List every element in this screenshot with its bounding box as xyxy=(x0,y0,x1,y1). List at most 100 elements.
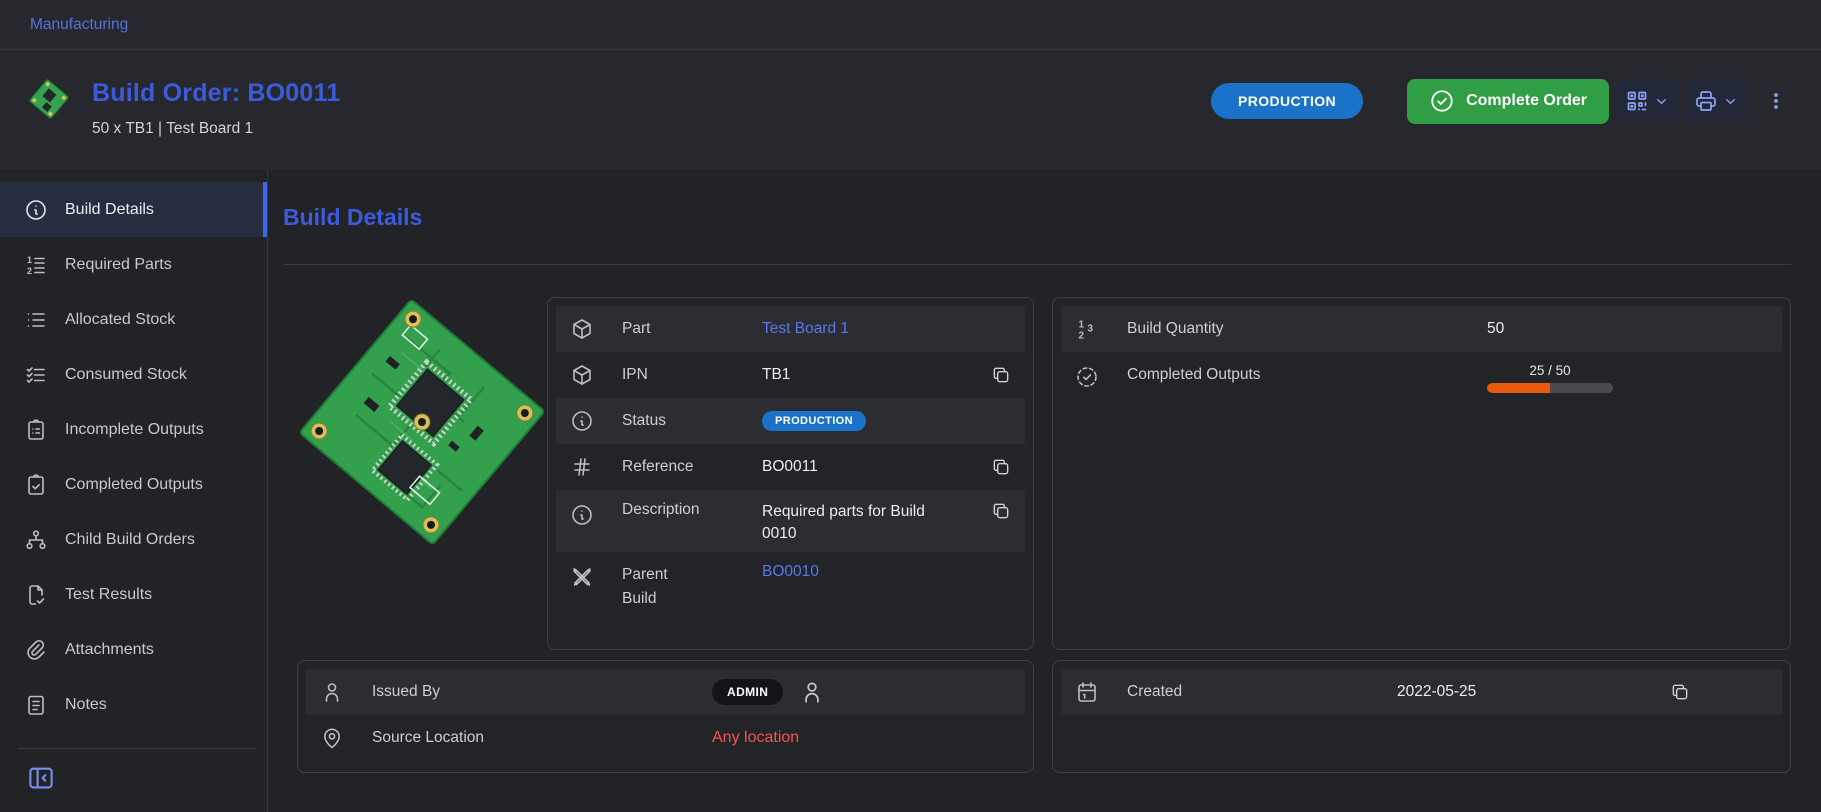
table-row-created: Created 2022-05-25 xyxy=(1061,669,1782,715)
body-row: Build Details 1 2 Required Parts Allocat… xyxy=(0,170,1821,812)
info-circle-icon xyxy=(570,503,594,527)
list-icon xyxy=(24,308,48,332)
row-label: Build Quantity xyxy=(1127,320,1487,338)
calendar-icon xyxy=(1075,680,1099,704)
notes-icon xyxy=(24,693,48,717)
sidebar-item-build-details[interactable]: Build Details xyxy=(0,182,267,237)
copy-button[interactable] xyxy=(991,365,1011,385)
row-label: Issued By xyxy=(372,683,712,701)
row-label: IPN xyxy=(622,366,762,384)
complete-order-label: Complete Order xyxy=(1466,92,1587,110)
table-row-issued-by: Issued By ADMIN xyxy=(306,669,1025,715)
sidebar-item-attachments[interactable]: Attachments xyxy=(0,622,267,677)
sidebar-item-label: Test Results xyxy=(65,586,152,604)
breadcrumb: Manufacturing xyxy=(0,0,1821,50)
status-badge: PRODUCTION xyxy=(1211,83,1363,119)
table-row-status: Status PRODUCTION xyxy=(556,398,1025,444)
progress-bar: 25 / 50 xyxy=(1487,363,1613,393)
sidebar-item-label: Completed Outputs xyxy=(65,476,203,494)
complete-order-button[interactable]: Complete Order xyxy=(1407,79,1609,124)
copy-button[interactable] xyxy=(991,457,1011,477)
svg-text:2: 2 xyxy=(1079,331,1085,342)
sidebar-item-incomplete-outputs[interactable]: Incomplete Outputs xyxy=(0,402,267,457)
section-divider xyxy=(283,264,1791,265)
progress-label: 25 / 50 xyxy=(1487,363,1613,378)
table-row-build-quantity: 1 2 3 Build Quantity 50 xyxy=(1061,306,1782,352)
sidebar-item-completed-outputs[interactable]: Completed Outputs xyxy=(0,457,267,512)
table-row-reference: Reference BO0011 xyxy=(556,444,1025,490)
print-actions-button[interactable] xyxy=(1685,79,1747,124)
sidebar-item-test-results[interactable]: Test Results xyxy=(0,567,267,622)
sidebar-item-child-build-orders[interactable]: Child Build Orders xyxy=(0,512,267,567)
printer-icon xyxy=(1694,89,1718,113)
check-circle-icon xyxy=(1429,88,1455,114)
sidebar-item-notes[interactable]: Notes xyxy=(0,677,267,732)
row-label: Description xyxy=(622,501,762,519)
sidebar-item-label: Allocated Stock xyxy=(65,311,175,329)
numbers-123-icon: 1 2 3 xyxy=(1075,317,1099,341)
dots-vertical-icon xyxy=(1765,90,1787,112)
part-image[interactable] xyxy=(297,297,547,650)
copy-icon xyxy=(991,365,1011,385)
copy-icon xyxy=(1670,682,1690,702)
sidebar-item-required-parts[interactable]: 1 2 Required Parts xyxy=(0,237,267,292)
qr-code-icon xyxy=(1625,89,1649,113)
row-label: Completed Outputs xyxy=(1127,366,1487,384)
part-details-cell: Part Test Board 1 IPN TB1 xyxy=(297,297,1034,650)
created-details-card: Created 2022-05-25 xyxy=(1052,660,1791,773)
status-badge: PRODUCTION xyxy=(762,411,866,431)
svg-text:2: 2 xyxy=(27,266,32,276)
table-row-ipn: IPN TB1 xyxy=(556,352,1025,398)
pcb-image xyxy=(297,297,547,547)
parent-build-link[interactable]: BO0010 xyxy=(762,563,819,581)
user-icon xyxy=(799,679,825,705)
row-value: BO0011 xyxy=(762,456,818,478)
issue-details-card: Issued By ADMIN Source Location xyxy=(297,660,1034,773)
info-circle-icon xyxy=(24,198,48,222)
header-actions: PRODUCTION Complete Order xyxy=(1211,79,1791,124)
box-icon xyxy=(570,363,594,387)
page-subtitle: 50 x TB1 | Test Board 1 xyxy=(92,120,340,138)
sidebar-item-label: Attachments xyxy=(65,641,154,659)
sidebar-item-label: Incomplete Outputs xyxy=(65,421,204,439)
sidebar: Build Details 1 2 Required Parts Allocat… xyxy=(0,170,268,812)
row-value: Required parts for Build 0010 xyxy=(762,501,947,546)
collapse-sidebar-button[interactable] xyxy=(26,763,56,793)
tools-icon xyxy=(570,565,594,589)
barcode-actions-button[interactable] xyxy=(1616,79,1678,124)
copy-button[interactable] xyxy=(991,501,1011,521)
sidebar-item-allocated-stock[interactable]: Allocated Stock xyxy=(0,292,267,347)
part-link[interactable]: Test Board 1 xyxy=(762,320,849,338)
copy-icon xyxy=(991,501,1011,521)
box-icon xyxy=(570,317,594,341)
issued-by-badge: ADMIN xyxy=(712,679,783,705)
progress-fill xyxy=(1487,383,1550,393)
row-value: 2022-05-25 xyxy=(1397,681,1476,703)
row-label: Part xyxy=(622,320,762,338)
sidebar-item-label: Notes xyxy=(65,696,107,714)
section-title: Build Details xyxy=(283,204,1791,231)
info-circle-icon xyxy=(570,409,594,433)
more-actions-button[interactable] xyxy=(1761,86,1791,116)
page-title: Build Order: BO0011 xyxy=(92,79,340,108)
row-label: Parent Build xyxy=(622,563,762,611)
chevron-down-icon xyxy=(1654,94,1669,109)
sitemap-icon xyxy=(24,528,48,552)
row-label: Created xyxy=(1127,683,1397,701)
svg-text:1: 1 xyxy=(27,255,32,265)
part-thumbnail[interactable] xyxy=(28,78,70,120)
list-check-icon xyxy=(24,363,48,387)
breadcrumb-manufacturing[interactable]: Manufacturing xyxy=(30,16,128,34)
sidebar-item-consumed-stock[interactable]: Consumed Stock xyxy=(0,347,267,402)
main-content: Build Details xyxy=(268,170,1821,812)
row-value: 50 xyxy=(1487,318,1504,340)
svg-text:1: 1 xyxy=(1079,320,1085,331)
user-icon xyxy=(320,680,344,704)
clipboard-check-icon xyxy=(24,473,48,497)
details-grid: Part Test Board 1 IPN TB1 xyxy=(297,297,1791,773)
clipboard-list-icon xyxy=(24,418,48,442)
sidebar-divider xyxy=(18,748,257,749)
table-row-completed-outputs: Completed Outputs 25 / 50 xyxy=(1061,352,1782,414)
copy-button[interactable] xyxy=(1670,682,1690,702)
sidebar-item-label: Build Details xyxy=(65,201,154,219)
